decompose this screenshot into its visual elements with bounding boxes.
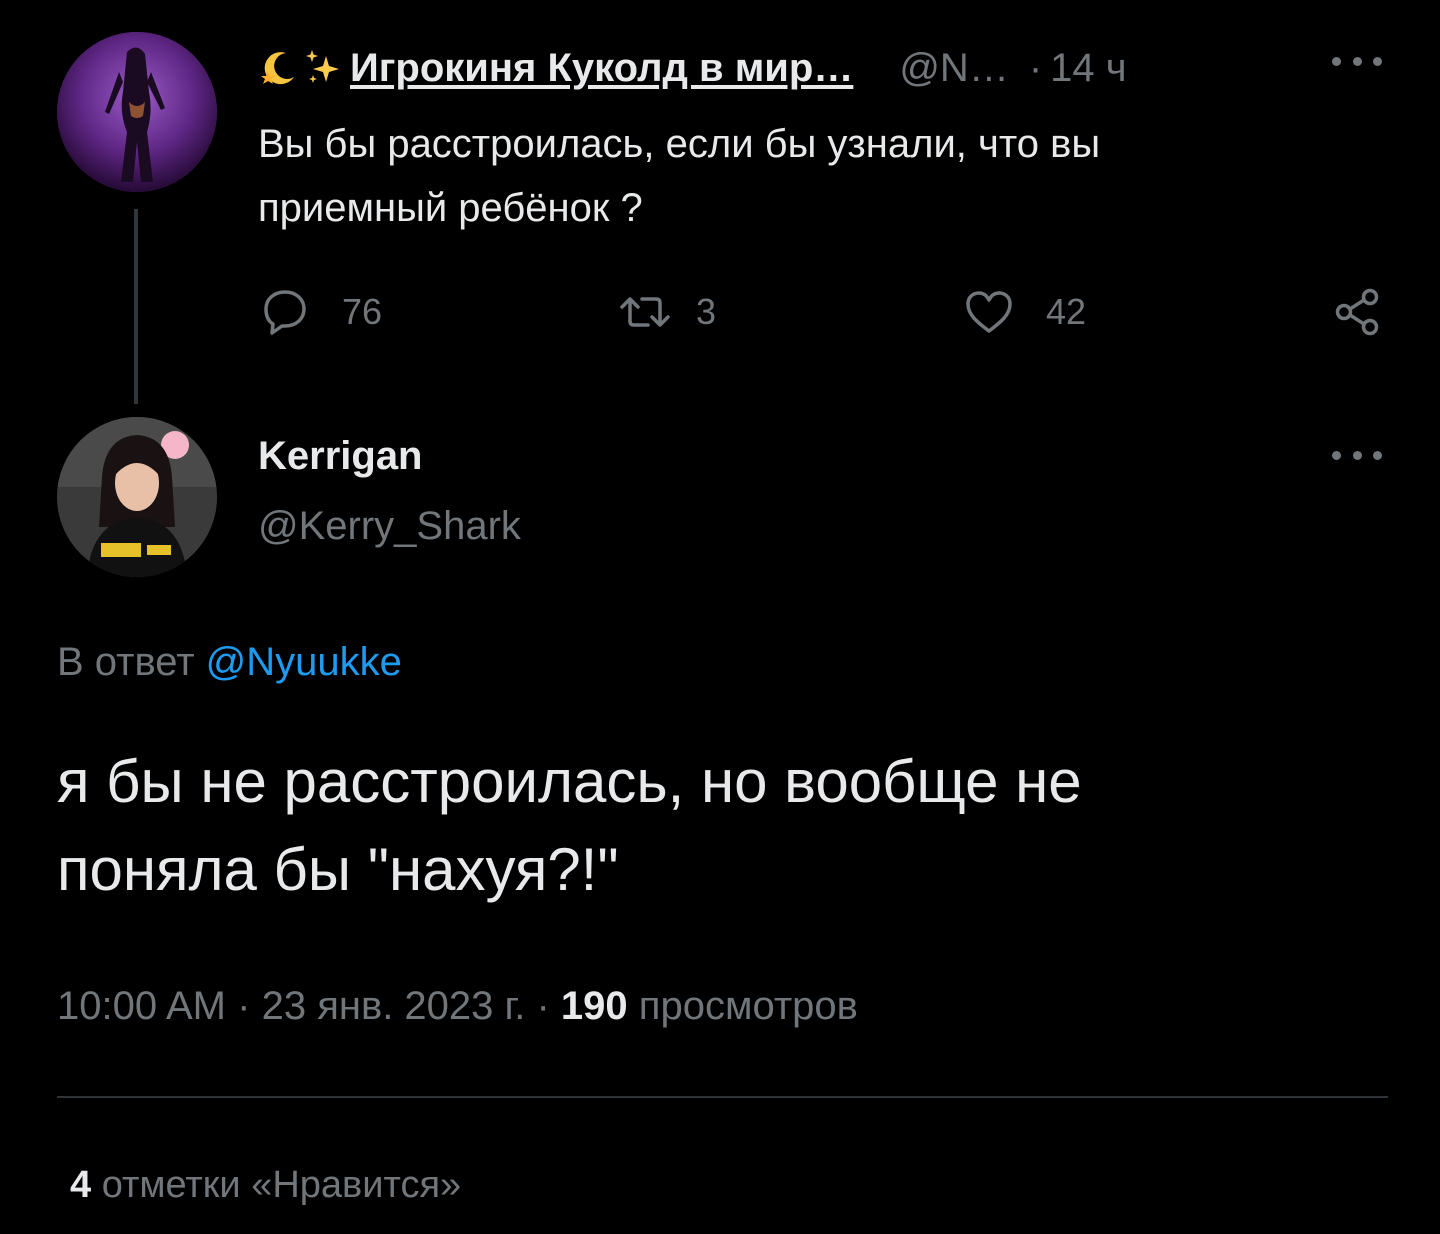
reply-bubble-icon — [264, 290, 306, 335]
replying-to-line: В ответ @Nyuukke — [57, 640, 402, 685]
thread-connector-line — [134, 209, 138, 404]
parent-more-icon[interactable] — [1332, 46, 1382, 76]
more-dot — [1373, 450, 1382, 460]
more-dot — [1332, 450, 1341, 460]
more-dot — [1352, 450, 1362, 460]
reply-handle[interactable]: @Kerry_Shark — [258, 504, 521, 549]
more-dot — [1332, 56, 1341, 66]
likes-summary-label: отметки «Нравится» — [101, 1164, 462, 1206]
parent-tweet-text: Вы бы расстроилась, если бы узнали, что … — [258, 112, 1358, 240]
parent-display-name[interactable]: Игрокиня Куколд в мир… — [350, 46, 853, 91]
reply-more-icon[interactable] — [1332, 440, 1382, 470]
tweet-time[interactable]: 10:00 AM — [57, 984, 226, 1028]
parent-tweet-header: Игрокиня Куколд в мир… @N… · 14 ч — [258, 40, 1127, 96]
parent-avatar[interactable] — [57, 32, 217, 192]
like-count: 42 — [1046, 291, 1087, 332]
retweet-icon — [620, 297, 670, 327]
more-dot — [1373, 56, 1382, 66]
crescent-moon-icon — [261, 52, 294, 85]
replying-to-label: В ответ — [57, 640, 195, 684]
parent-text-line: Вы бы расстроилась, если бы узнали, что … — [258, 122, 1101, 166]
tweet-meta: 10:00 AM · 23 янв. 2023 г. · 190 просмот… — [57, 984, 858, 1029]
like-button[interactable]: 42 — [962, 282, 1086, 342]
meta-separator: · — [237, 984, 251, 1028]
views-count: 190 — [560, 984, 628, 1028]
likes-summary-count: 4 — [70, 1164, 92, 1206]
heart-icon — [966, 291, 1012, 333]
reply-avatar-image — [57, 417, 217, 577]
reply-count: 76 — [342, 291, 383, 332]
likes-summary[interactable]: 4 отметки «Нравится» — [70, 1164, 461, 1207]
reply-tweet-text: я бы не расстроилась, но вообще не понял… — [57, 738, 1417, 914]
reply-text-line: поняла бы "нахуя?!" — [57, 836, 619, 903]
section-divider — [57, 1096, 1388, 1098]
parent-avatar-image — [57, 32, 217, 192]
reply-text-line: я бы не расстроилась, но вообще не — [57, 748, 1082, 815]
parent-action-bar: 76 3 42 — [258, 282, 1388, 342]
sparkles-icon — [306, 50, 339, 83]
header-separator: · — [1028, 45, 1043, 90]
retweet-count: 3 — [696, 291, 717, 332]
tweet-date[interactable]: 23 янв. 2023 г. — [262, 984, 526, 1028]
share-button[interactable] — [1330, 282, 1414, 342]
reply-avatar[interactable] — [57, 417, 217, 577]
views-label: просмотров — [638, 984, 858, 1028]
reply-display-name[interactable]: Kerrigan — [258, 434, 423, 479]
more-dot — [1352, 56, 1362, 66]
reply-button[interactable]: 76 — [258, 282, 382, 342]
retweet-button[interactable]: 3 — [618, 282, 716, 342]
parent-handle[interactable]: @N… — [899, 46, 1009, 91]
parent-timestamp[interactable]: 14 ч — [1050, 46, 1126, 91]
meta-separator: · — [536, 984, 550, 1028]
share-icon — [1335, 288, 1379, 336]
replying-to-mention[interactable]: @Nyuukke — [206, 640, 402, 684]
parent-text-line: приемный ребёнок ? — [258, 186, 643, 230]
